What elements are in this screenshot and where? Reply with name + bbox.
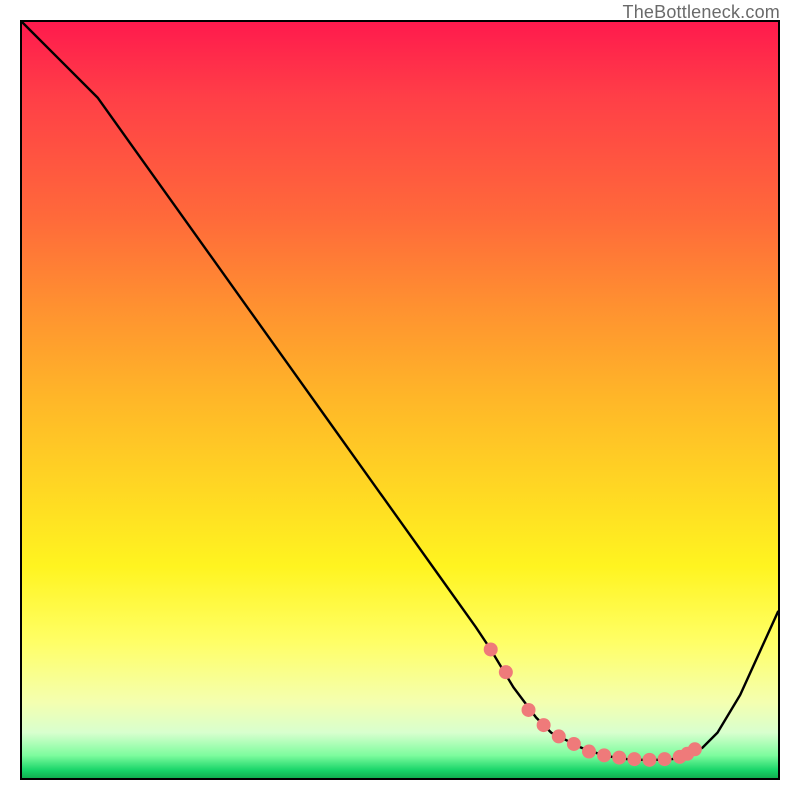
highlight-dot — [688, 742, 702, 756]
highlight-dot — [642, 753, 656, 767]
plot-frame — [20, 20, 780, 780]
bottleneck-curve-path — [22, 22, 778, 760]
highlight-dot — [582, 745, 596, 759]
highlight-dot — [537, 718, 551, 732]
highlight-dot — [597, 748, 611, 762]
highlight-dot — [522, 703, 536, 717]
highlight-dot — [567, 737, 581, 751]
curve-layer — [22, 22, 778, 778]
highlight-dot — [627, 752, 641, 766]
chart-stage: TheBottleneck.com — [0, 0, 800, 800]
highlight-dot — [484, 642, 498, 656]
highlight-dot — [658, 752, 672, 766]
highlight-dot — [612, 751, 626, 765]
highlight-dots-group — [484, 642, 702, 766]
highlight-dot — [552, 729, 566, 743]
highlight-dot — [499, 665, 513, 679]
